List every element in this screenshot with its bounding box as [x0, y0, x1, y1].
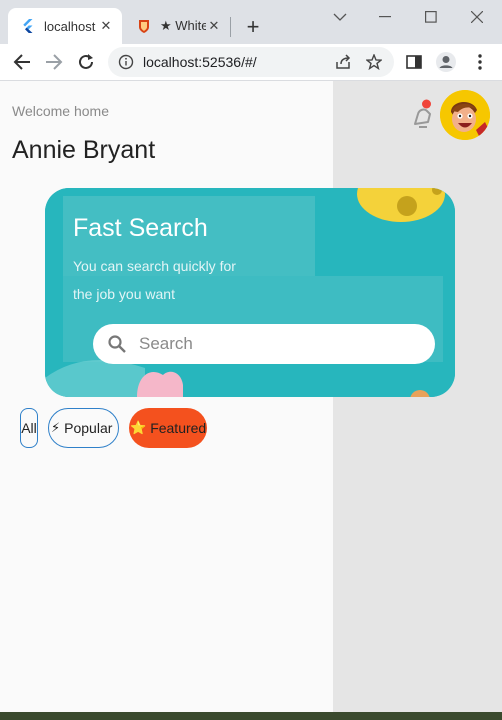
- new-tab-button[interactable]: +: [240, 14, 266, 40]
- welcome-text: Welcome home: [12, 103, 110, 119]
- fast-search-banner: Fast Search You can search quickly for t…: [45, 188, 455, 397]
- flutter-icon: [23, 19, 33, 33]
- chip-label: Featured: [150, 420, 207, 436]
- lightning-icon: ⚡: [51, 420, 61, 435]
- back-arrow-icon[interactable]: [8, 48, 36, 76]
- close-tab-icon[interactable]: ✕: [98, 18, 114, 34]
- profile-icon[interactable]: [432, 48, 460, 76]
- tab-title: ★ White: [160, 18, 206, 33]
- info-icon[interactable]: [118, 54, 134, 70]
- banner-title: Fast Search: [73, 214, 208, 242]
- tab-white[interactable]: ★ White ✕: [124, 8, 230, 44]
- search-box[interactable]: [93, 324, 435, 364]
- forward-arrow-icon[interactable]: [40, 48, 68, 76]
- chip-label: Popular: [64, 420, 113, 436]
- star-icon: ⭐: [130, 420, 147, 435]
- os-taskbar: [0, 712, 502, 720]
- search-input[interactable]: [139, 334, 389, 354]
- reload-icon[interactable]: [72, 48, 100, 76]
- minimize-icon[interactable]: [362, 6, 408, 28]
- user-name: Annie Bryant: [12, 136, 156, 164]
- side-panel-icon[interactable]: [400, 48, 428, 76]
- tab-search-chevron-icon[interactable]: [326, 6, 354, 28]
- address-bar[interactable]: localhost:52536/#/: [108, 47, 394, 77]
- share-icon[interactable]: [334, 52, 354, 72]
- avatar-illustration: [440, 90, 490, 140]
- filter-chip-all[interactable]: All: [20, 408, 38, 448]
- avatar[interactable]: [440, 90, 490, 140]
- search-icon: [108, 335, 126, 353]
- bookmark-star-icon[interactable]: [364, 52, 384, 72]
- tab-localhost[interactable]: localhost ✕: [8, 8, 122, 44]
- maximize-icon[interactable]: [408, 6, 454, 28]
- page-viewport: Welcome home Annie Bryant Fast Search Yo…: [0, 81, 502, 712]
- tab-strip: localhost ✕ ★ White ✕ +: [0, 0, 502, 44]
- close-tab-icon[interactable]: ✕: [206, 18, 222, 34]
- url-text[interactable]: localhost:52536/#/: [143, 54, 334, 70]
- shield-favicon-icon: [139, 20, 149, 33]
- browser-toolbar: localhost:52536/#/: [0, 44, 502, 81]
- tab-divider: [230, 17, 231, 37]
- browser-window: localhost ✕ ★ White ✕ + localhost:52536/…: [0, 0, 502, 720]
- banner-subtitle-line1: You can search quickly for: [73, 258, 236, 274]
- filter-chip-popular[interactable]: ⚡ Popular: [48, 408, 119, 448]
- tab-title: localhost: [44, 18, 96, 34]
- notification-bell-icon[interactable]: [409, 98, 437, 130]
- menu-dots-icon[interactable]: [466, 48, 494, 76]
- chip-label: All: [21, 420, 37, 436]
- close-window-icon[interactable]: [454, 6, 500, 28]
- banner-subtitle-line2: the job you want: [73, 286, 175, 302]
- filter-chip-featured[interactable]: ⭐ Featured: [129, 408, 207, 448]
